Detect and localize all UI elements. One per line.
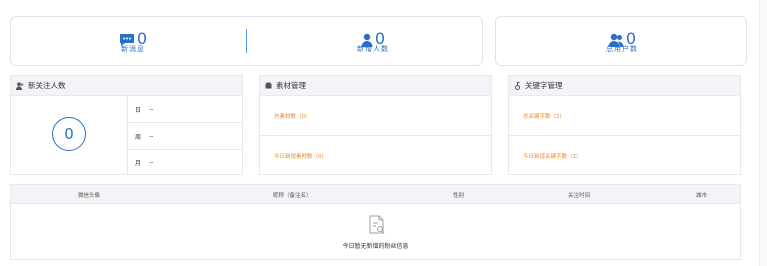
followers-row-day: 日 -- [127, 96, 242, 123]
followers-total-value: 0 [64, 125, 74, 143]
keyword-panel: 关键字管理 总关键字数（2） 今日新增关键字数（2） [508, 75, 741, 175]
empty-doc-icon [368, 215, 386, 239]
followers-icon [16, 81, 24, 90]
keyword-total-link[interactable]: 总关键字数（2） [509, 96, 740, 136]
followers-row-value: -- [149, 105, 154, 113]
new-followers-table: 微信头像 昵称（备注名） 性别 关注时间 城市 今日暂无新增的粉丝信息 [10, 184, 741, 260]
column-header-avatar: 微信头像 [78, 193, 101, 199]
stat-new-followers[interactable]: 0 新增人数 [333, 29, 413, 54]
keyword-today-link[interactable]: 今日新增关键字数（2） [509, 136, 740, 176]
material-total-link[interactable]: 总素材数（0） [260, 96, 491, 136]
column-header-nickname: 昵称（备注名） [273, 193, 312, 199]
followers-panel-header: 新关注人数 [11, 76, 242, 96]
stats-card-messages-followers: 0 新消息 0 新增人数 [10, 16, 483, 66]
stats-card-total-users: 0 总用户数 [495, 16, 747, 66]
followers-row-week: 周 -- [127, 123, 242, 150]
followers-total-circle: 0 [52, 117, 86, 151]
column-header-gender: 性别 [453, 193, 465, 199]
stat-new-messages[interactable]: 0 新消息 [93, 29, 173, 54]
material-today-link[interactable]: 今日新增素材数（0） [260, 136, 491, 176]
empty-state-text: 今日暂无新增的粉丝信息 [342, 243, 409, 250]
column-header-city: 城市 [696, 193, 708, 199]
column-header-follow-time: 关注时间 [568, 193, 591, 199]
material-panel-header: 素材管理 [260, 76, 491, 96]
followers-row-value: -- [149, 132, 154, 140]
material-panel-title: 素材管理 [276, 81, 306, 90]
new-followers-label: 新增人数 [357, 45, 389, 53]
page-scrollbar[interactable] [759, 0, 767, 266]
followers-row-label: 周 [135, 133, 142, 141]
followers-panel: 新关注人数 0 日 -- 周 -- 月 -- [10, 75, 243, 175]
table-header: 微信头像 昵称（备注名） 性别 关注时间 城市 [11, 185, 740, 204]
keyword-icon [514, 81, 521, 90]
followers-panel-title: 新关注人数 [28, 81, 66, 90]
followers-row-label: 日 [135, 106, 142, 114]
keyword-panel-header: 关键字管理 [509, 76, 740, 96]
total-users-label: 总用户数 [606, 45, 638, 53]
followers-row-month: 月 -- [127, 149, 242, 176]
material-panel: 素材管理 总素材数（0） 今日新增素材数（0） [259, 75, 492, 175]
stats-divider [246, 29, 247, 53]
keyword-panel-title: 关键字管理 [525, 81, 563, 90]
new-messages-label: 新消息 [121, 45, 145, 53]
material-icon [265, 82, 272, 89]
stat-total-users[interactable]: 0 总用户数 [582, 29, 662, 54]
followers-row-value: -- [149, 159, 154, 166]
followers-row-label: 月 [135, 160, 142, 167]
